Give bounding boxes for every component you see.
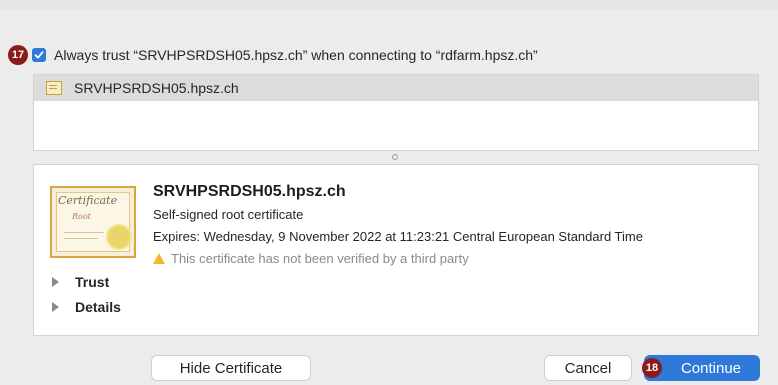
certificate-list-item[interactable]: SRVHPSRDSH05.hpsz.ch	[34, 75, 758, 101]
always-trust-row[interactable]: Always trust “SRVHPSRDSH05.hpsz.ch” when…	[32, 45, 538, 65]
certificate-seal-icon	[108, 226, 130, 248]
certificate-icon-subtitle: Root	[72, 212, 91, 221]
certificate-detail-panel: Certificate Root SRVHPSRDSH05.hpsz.ch Se…	[33, 164, 759, 336]
disclosure-triangle-icon	[52, 302, 59, 312]
trust-disclosure[interactable]: Trust	[52, 274, 109, 290]
details-section-label: Details	[75, 299, 121, 315]
certificate-icon-line	[64, 232, 104, 233]
disclosure-triangle-icon	[52, 277, 59, 287]
step-badge-17: 17	[8, 45, 28, 65]
certificate-trust-dialog: 17 Always trust “SRVHPSRDSH05.hpsz.ch” w…	[0, 0, 778, 385]
certificate-list-item-label: SRVHPSRDSH05.hpsz.ch	[74, 80, 239, 96]
certificate-name: SRVHPSRDSH05.hpsz.ch	[153, 183, 346, 200]
step-badge-18: 18	[642, 358, 662, 378]
window-top-edge	[0, 0, 778, 10]
certificate-list[interactable]: SRVHPSRDSH05.hpsz.ch	[33, 74, 759, 151]
checkmark-icon	[34, 51, 44, 59]
splitter-handle[interactable]	[392, 154, 398, 160]
certificate-warning-text: This certificate has not been verified b…	[171, 251, 469, 266]
always-trust-checkbox[interactable]	[32, 48, 46, 62]
certificate-expiry: Expires: Wednesday, 9 November 2022 at 1…	[153, 229, 643, 244]
hide-certificate-button[interactable]: Hide Certificate	[151, 355, 311, 381]
trust-section-label: Trust	[75, 274, 110, 290]
certificate-icon-line	[64, 238, 98, 239]
certificate-icon-title: Certificate	[58, 194, 118, 207]
certificate-type: Self-signed root certificate	[153, 207, 304, 222]
certificate-large-icon: Certificate Root	[50, 186, 136, 258]
warning-icon	[153, 253, 165, 264]
always-trust-label: Always trust “SRVHPSRDSH05.hpsz.ch” when…	[54, 47, 538, 63]
certificate-warning: This certificate has not been verified b…	[153, 251, 469, 266]
details-disclosure[interactable]: Details	[52, 299, 121, 315]
certificate-icon	[46, 81, 62, 95]
cancel-button[interactable]: Cancel	[544, 355, 632, 381]
